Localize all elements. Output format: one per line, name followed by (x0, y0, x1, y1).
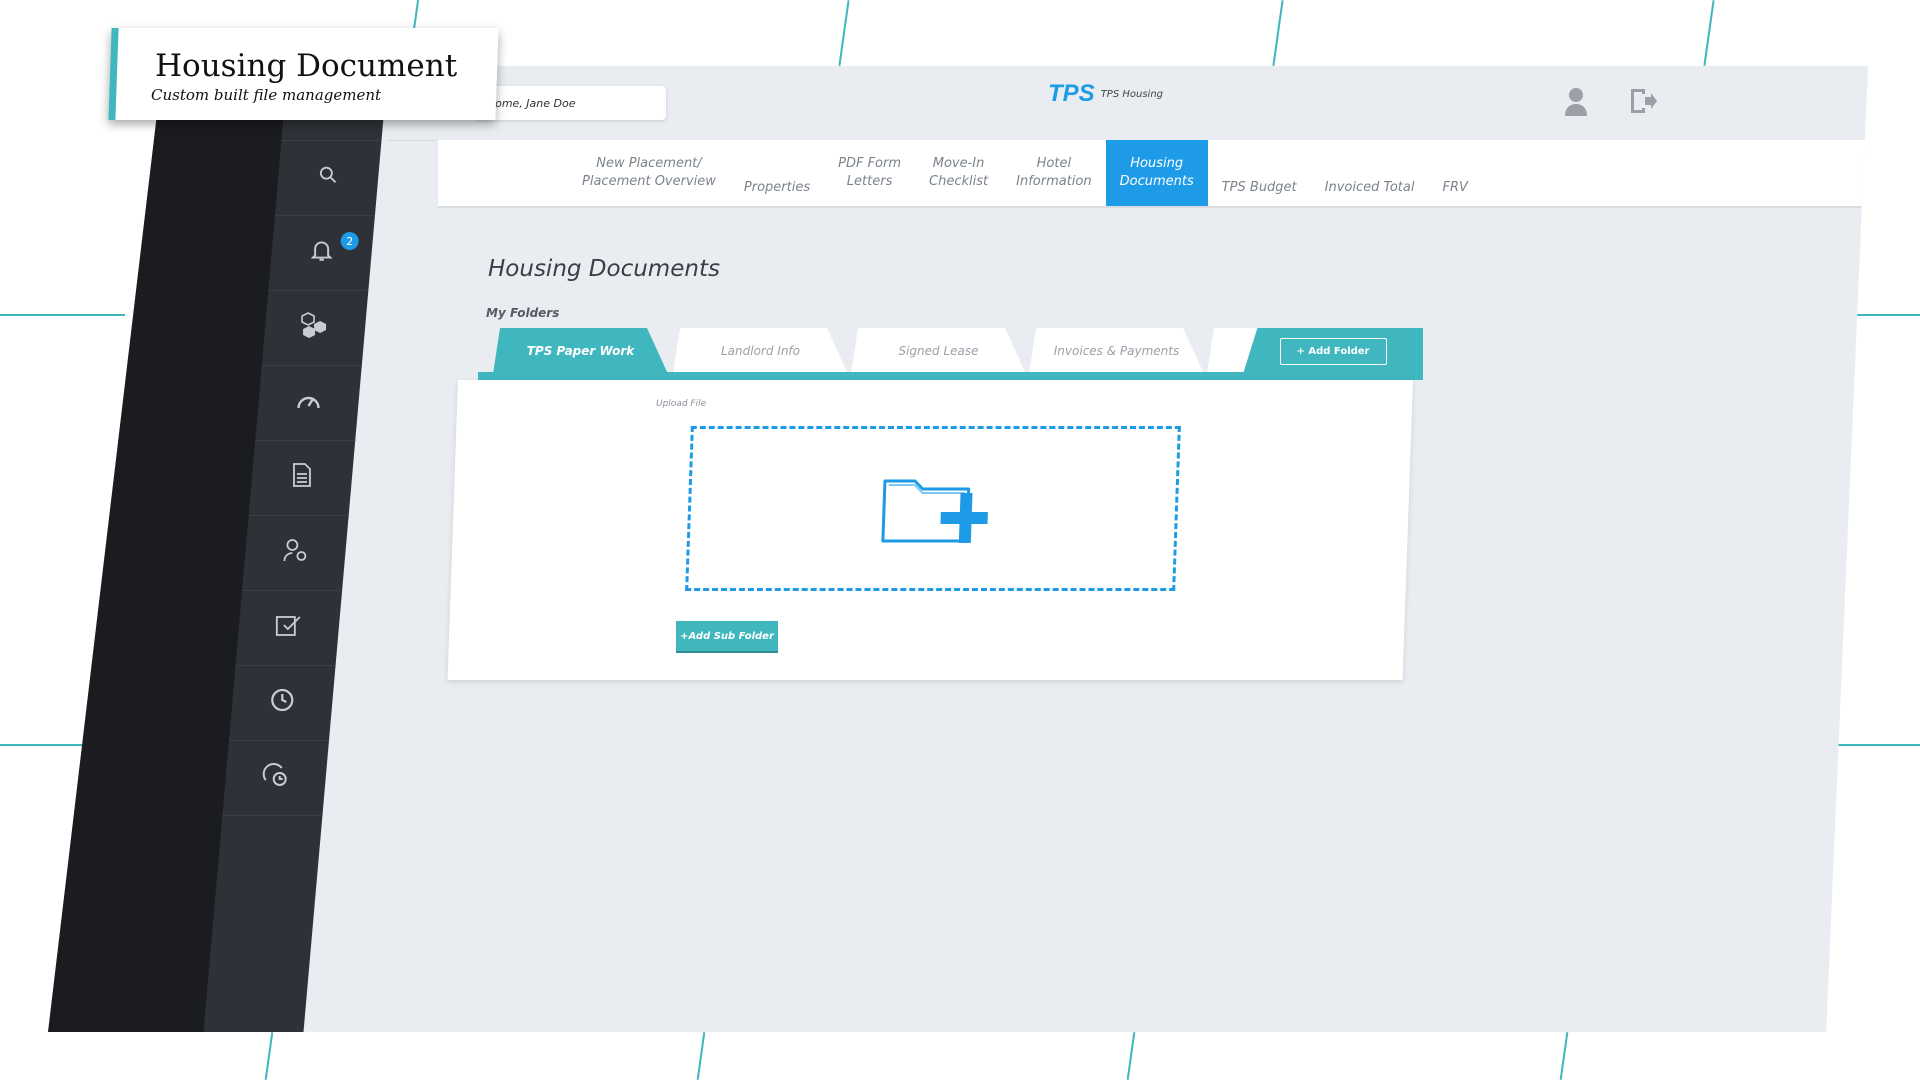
add-folder-button[interactable]: + Add Folder (1279, 337, 1387, 365)
header-subtitle: Custom built file management (151, 86, 382, 104)
nav-invoiced-total[interactable]: Invoiced Total (1311, 140, 1429, 206)
bg-line (696, 1032, 706, 1080)
user-icon[interactable] (1563, 86, 1589, 123)
dashboard-button[interactable] (255, 366, 362, 441)
support-button[interactable] (222, 741, 329, 816)
upload-dropzone[interactable] (685, 426, 1181, 591)
clock-icon (269, 687, 295, 719)
bg-line (264, 1032, 274, 1080)
nav-hotel-information[interactable]: Hotel Information (1002, 140, 1105, 206)
add-folder-tab: + Add Folder (1243, 328, 1423, 374)
history-button[interactable] (228, 666, 336, 741)
upload-file-label: Upload File (656, 399, 707, 409)
notifications-button[interactable]: 2 (268, 216, 375, 291)
documents-button[interactable] (248, 441, 356, 516)
nav-new-placement[interactable]: New Placement/ Placement Overview (568, 140, 730, 206)
hexagons-icon (300, 311, 330, 345)
bell-icon (309, 237, 335, 269)
tab-underline (478, 372, 1423, 380)
checklist-icon (275, 613, 303, 643)
bg-line (1559, 1032, 1569, 1080)
tab-invoices-payments[interactable]: Invoices & Payments (1029, 328, 1204, 374)
refresh-phone-icon (262, 762, 290, 794)
logout-icon[interactable] (1628, 86, 1658, 123)
logo-mark: TPS (1048, 80, 1095, 108)
bg-line (1703, 0, 1715, 66)
nav-frv[interactable]: FRV (1428, 140, 1481, 206)
nav-items: New Placement/ Placement Overview Proper… (568, 140, 1482, 206)
tab-signed-lease[interactable]: Signed Lease (851, 328, 1026, 374)
speedometer-icon (295, 388, 323, 418)
nav-tps-budget[interactable]: TPS Budget (1208, 140, 1311, 206)
user-settings-button[interactable] (242, 516, 349, 591)
nav-bar: New Placement/ Placement Overview Proper… (438, 140, 1868, 208)
search-icon (317, 164, 339, 192)
page-title: Housing Documents (488, 256, 720, 282)
folders-label: My Folders (486, 306, 560, 320)
app-window: 2 lcome, Jane Doe TPS TPS Housing New Pl… (48, 66, 1868, 1032)
bg-line (1126, 1032, 1136, 1080)
bg-line (0, 314, 125, 316)
bg-line (412, 0, 420, 30)
tab-landlord-info[interactable]: Landlord Info (673, 328, 848, 374)
logo-mark-text: TPS (1048, 80, 1095, 107)
document-icon (291, 462, 313, 494)
bg-line (0, 744, 85, 746)
tab-tps-paper-work[interactable]: TPS Paper Work (493, 328, 668, 374)
nav-pdf-form-letters[interactable]: PDF Form Letters (824, 140, 915, 206)
bg-line (1272, 0, 1284, 66)
nav-move-in-checklist[interactable]: Move-In Checklist (915, 140, 1002, 206)
welcome-box[interactable]: lcome, Jane Doe (476, 86, 666, 120)
bg-line (838, 0, 850, 66)
logo-text: TPS Housing (1100, 88, 1164, 100)
header-title: Housing Document (155, 48, 458, 84)
search-button[interactable] (274, 141, 382, 216)
add-sub-folder-button[interactable]: +Add Sub Folder (676, 621, 778, 653)
folder-add-icon (877, 467, 991, 551)
hexagons-button[interactable] (261, 291, 369, 366)
nav-housing-documents[interactable]: Housing Documents (1105, 140, 1208, 206)
logo: TPS TPS Housing (1048, 80, 1163, 108)
checklist-button[interactable] (235, 591, 343, 666)
top-bar: lcome, Jane Doe TPS TPS Housing (388, 66, 1868, 141)
notification-badge: 2 (340, 232, 359, 250)
user-settings-icon (282, 537, 308, 569)
nav-properties[interactable]: Properties (730, 140, 824, 206)
